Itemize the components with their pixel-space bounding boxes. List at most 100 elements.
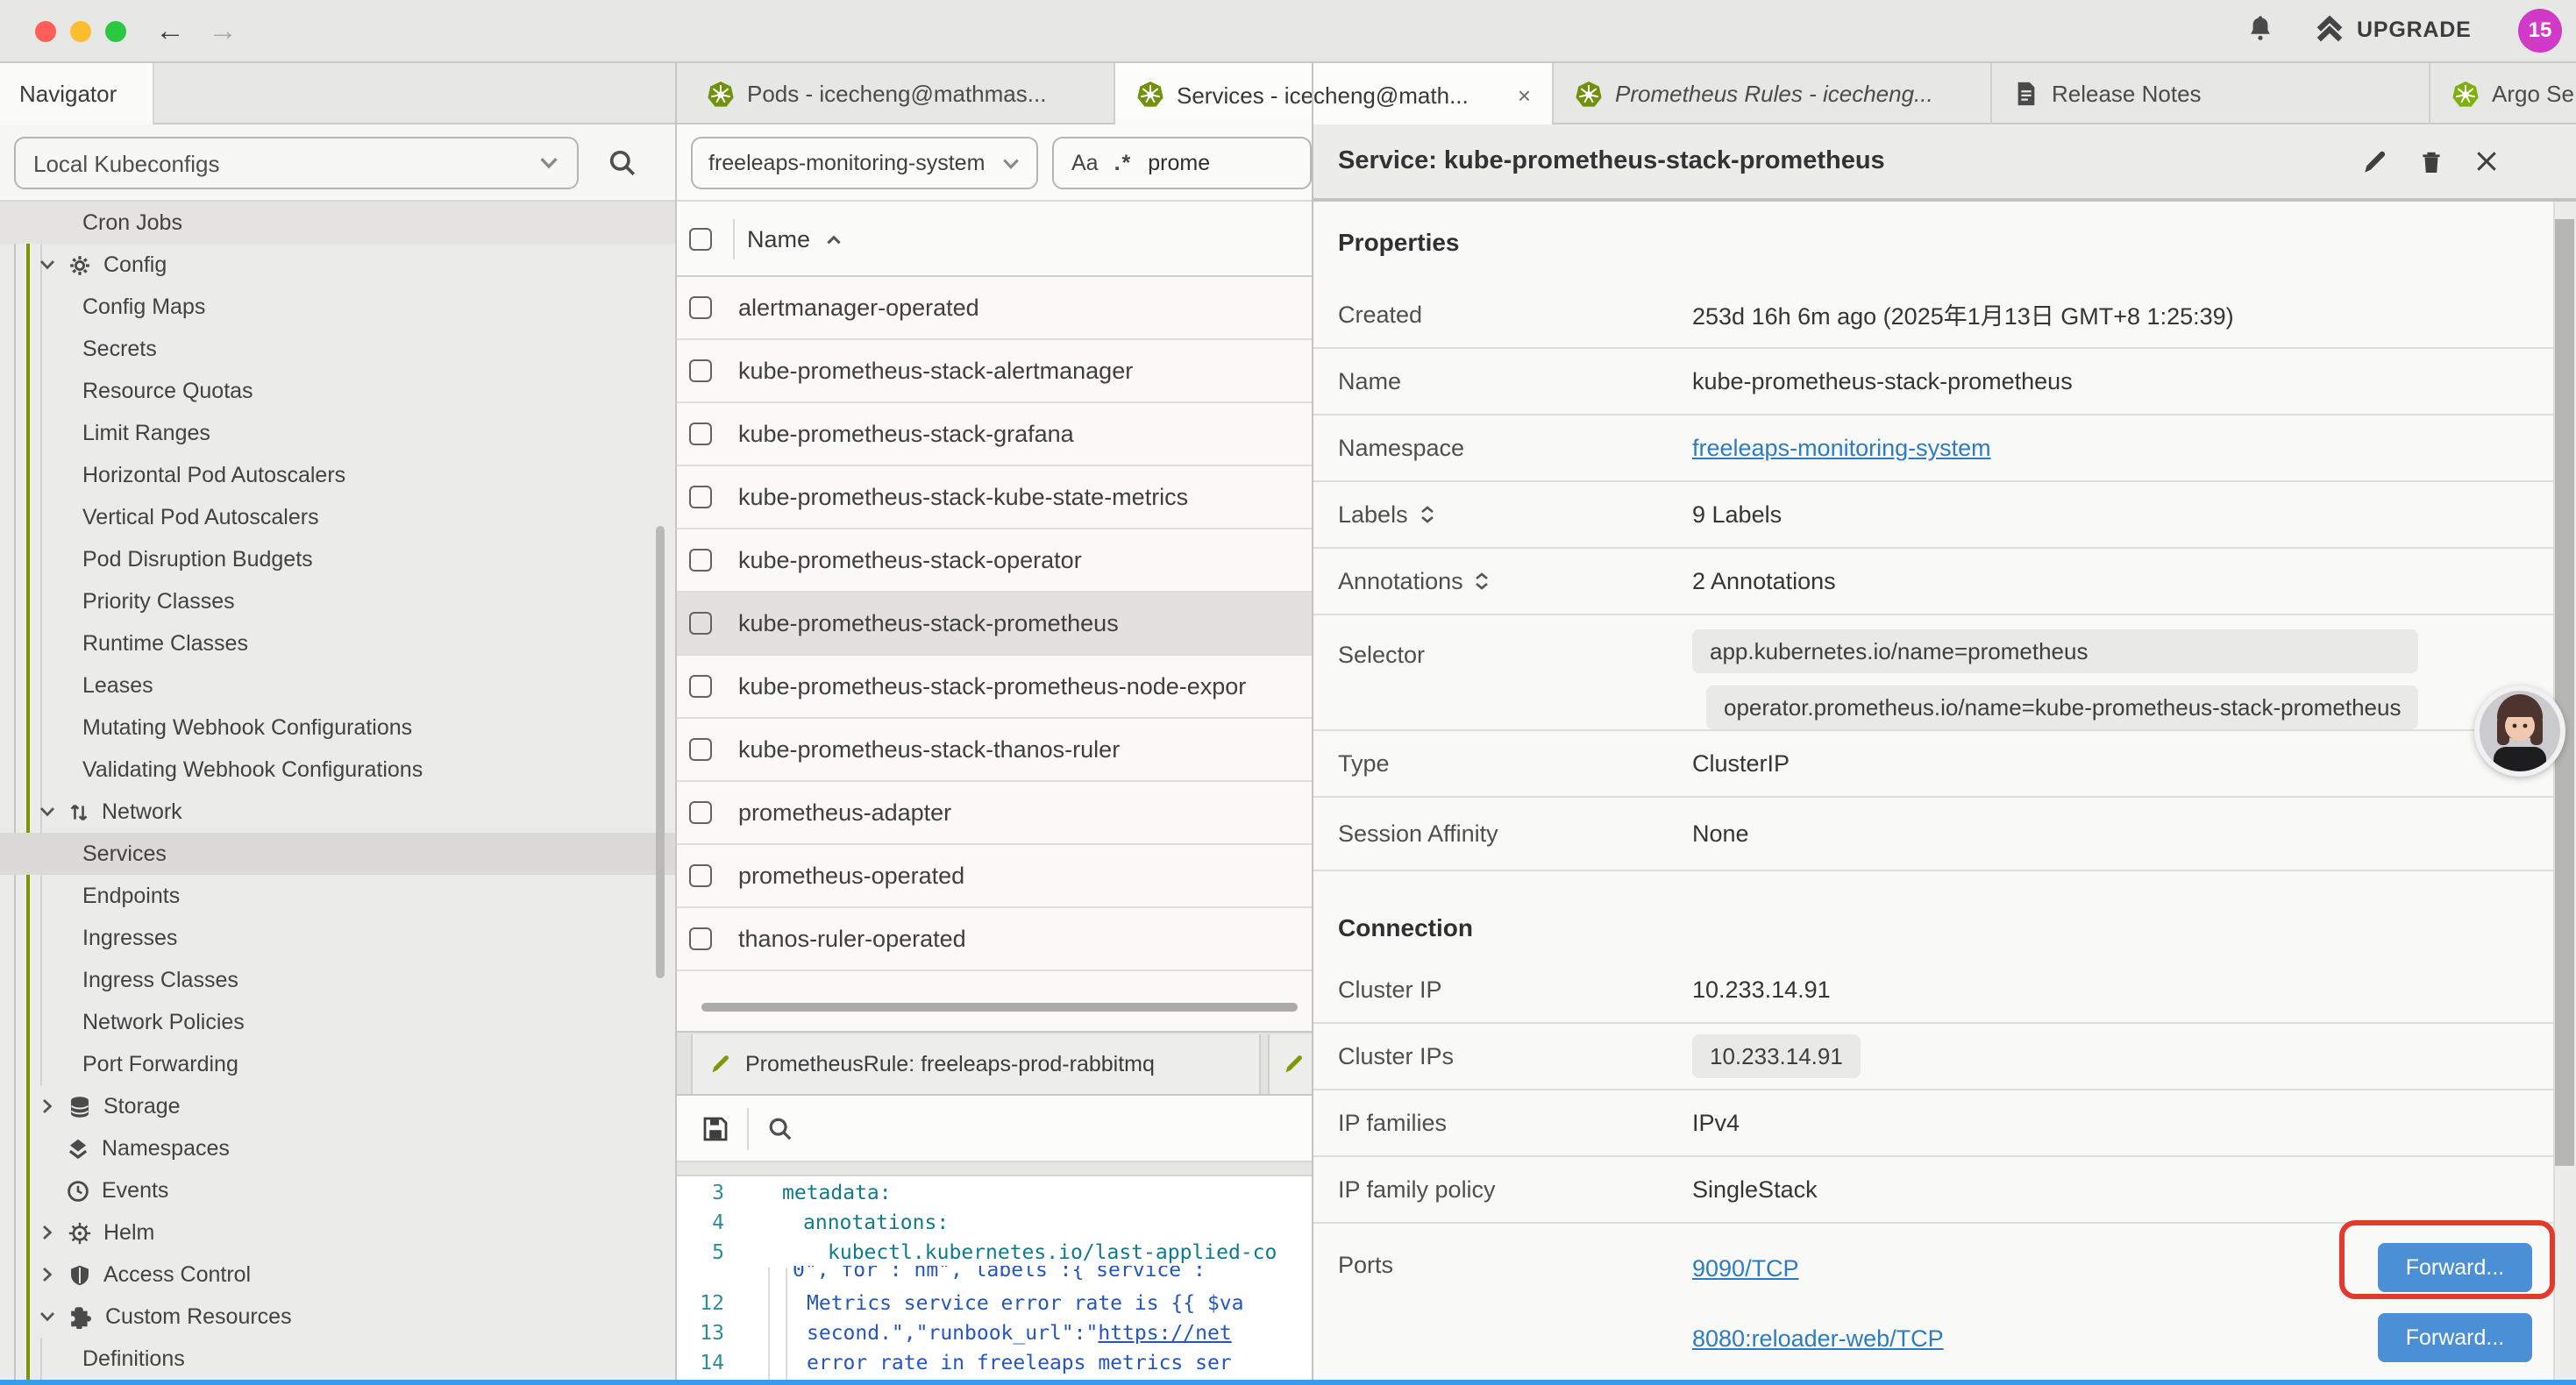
- sidebar-item-definitions[interactable]: Definitions: [0, 1338, 675, 1380]
- column-header-name[interactable]: Name: [747, 202, 810, 277]
- table-row-selected[interactable]: kube-prometheus-stack-prometheus: [677, 593, 1312, 656]
- sidebar-item-ingresses[interactable]: Ingresses: [0, 917, 675, 959]
- back-button[interactable]: ←: [147, 9, 193, 54]
- tab-prometheus-rules[interactable]: Prometheus Rules - icecheng...: [1554, 63, 1992, 124]
- namespace-link[interactable]: freeleaps-monitoring-system: [1692, 435, 1991, 461]
- tab-services[interactable]: Services - icecheng@math... ×: [1115, 63, 1554, 126]
- table-search-input[interactable]: Aa .* prome: [1052, 137, 1312, 189]
- table-row[interactable]: kube-prometheus-stack-thanos-ruler: [677, 719, 1312, 782]
- row-checkbox[interactable]: [689, 801, 712, 824]
- sidebar-item-resource-quotas[interactable]: Resource Quotas: [0, 370, 675, 412]
- sidebar-item-priority-classes[interactable]: Priority Classes: [0, 580, 675, 622]
- sidebar-item-network-policies[interactable]: Network Policies: [0, 1001, 675, 1043]
- sidebar-group-access-control[interactable]: Access Control: [0, 1254, 675, 1296]
- close-icon[interactable]: [2474, 149, 2499, 174]
- user-avatar[interactable]: [2474, 685, 2565, 777]
- sidebar-item-horizontal-pod-autoscalers[interactable]: Horizontal Pod Autoscalers: [0, 454, 675, 496]
- sidebar-group-storage[interactable]: Storage: [0, 1085, 675, 1127]
- sidebar-item-config-maps[interactable]: Config Maps: [0, 286, 675, 328]
- editor-tab-partial[interactable]: [1268, 1034, 1312, 1094]
- sidebar-item-port-forwarding[interactable]: Port Forwarding: [0, 1043, 675, 1085]
- labels-count[interactable]: 9 Labels: [1692, 501, 1782, 528]
- tab-release-notes[interactable]: Release Notes: [1992, 63, 2430, 124]
- sidebar-item-services[interactable]: Services: [0, 833, 675, 875]
- notification-count-badge[interactable]: 15: [2518, 9, 2562, 53]
- upgrade-icon[interactable]: [2315, 14, 2345, 44]
- port-link-9090[interactable]: 9090/TCP: [1692, 1254, 1799, 1281]
- close-window-button[interactable]: [35, 21, 56, 42]
- row-checkbox[interactable]: [689, 738, 712, 761]
- editor-tab-prometheusrule[interactable]: PrometheusRule: freeleaps-prod-rabbitmq: [691, 1034, 1261, 1094]
- row-checkbox[interactable]: [689, 296, 712, 319]
- sidebar-group-helm[interactable]: Helm: [0, 1211, 675, 1254]
- sort-ascending-icon[interactable]: [824, 231, 843, 249]
- sidebar-item-mutating-webhook-configurations[interactable]: Mutating Webhook Configurations: [0, 707, 675, 749]
- sidebar-item-ingress-classes[interactable]: Ingress Classes: [0, 959, 675, 1001]
- search-icon[interactable]: [768, 1117, 793, 1141]
- save-icon[interactable]: [701, 1115, 729, 1143]
- table-horizontal-scrollbar-thumb[interactable]: [701, 1003, 1298, 1012]
- sidebar-item-limit-ranges[interactable]: Limit Ranges: [0, 412, 675, 454]
- forward-port-button[interactable]: Forward...: [2378, 1313, 2532, 1362]
- port-link-8080[interactable]: 8080:reloader-web/TCP: [1692, 1325, 1944, 1351]
- row-checkbox[interactable]: [689, 486, 712, 508]
- regex-toggle[interactable]: .*: [1114, 151, 1133, 175]
- sidebar-item-endpoints[interactable]: Endpoints: [0, 875, 675, 917]
- notifications-bell-icon[interactable]: [2246, 16, 2274, 42]
- row-checkbox[interactable]: [689, 423, 712, 445]
- row-checkbox[interactable]: [689, 864, 712, 887]
- tab-pods[interactable]: Pods - icecheng@mathmas...: [686, 63, 1115, 124]
- navigator-panel-tab[interactable]: Navigator: [0, 63, 154, 126]
- search-icon[interactable]: [608, 149, 637, 177]
- sidebar-item-namespaces[interactable]: Namespaces: [0, 1127, 675, 1169]
- sidebar-item-pod-disruption-budgets[interactable]: Pod Disruption Budgets: [0, 538, 675, 580]
- table-row[interactable]: prometheus-operated: [677, 845, 1312, 908]
- sidebar-group-custom-resources[interactable]: Custom Resources: [0, 1296, 675, 1338]
- editor-scroll-strip[interactable]: [677, 1162, 1312, 1176]
- table-row[interactable]: kube-prometheus-stack-prometheus-node-ex…: [677, 656, 1312, 719]
- select-all-checkbox[interactable]: [689, 228, 712, 251]
- table-row[interactable]: kube-prometheus-stack-kube-state-metrics: [677, 466, 1312, 529]
- table-row[interactable]: prometheus-adapter: [677, 782, 1312, 845]
- sidebar-item-secrets[interactable]: Secrets: [0, 328, 675, 370]
- sidebar-group-network[interactable]: Network: [0, 791, 675, 833]
- sidebar-group-config[interactable]: Config: [0, 244, 675, 286]
- sidebar-item-runtime-classes[interactable]: Runtime Classes: [0, 622, 675, 664]
- kubeconfig-selector[interactable]: Local Kubeconfigs: [14, 137, 579, 189]
- upgrade-button[interactable]: UPGRADE: [2357, 18, 2472, 42]
- unfold-icon[interactable]: [1419, 505, 1436, 524]
- table-row[interactable]: thanos-ruler-operated: [677, 908, 1312, 971]
- row-checkbox[interactable]: [689, 927, 712, 950]
- table-row[interactable]: kube-prometheus-stack-operator: [677, 529, 1312, 593]
- sidebar-item-events[interactable]: Events: [0, 1169, 675, 1211]
- match-case-toggle[interactable]: Aa: [1071, 151, 1099, 175]
- unfold-icon[interactable]: [1474, 572, 1491, 591]
- sidebar-item-vertical-pod-autoscalers[interactable]: Vertical Pod Autoscalers: [0, 496, 675, 538]
- puzzle-icon: [68, 1304, 93, 1329]
- tab-argo[interactable]: Argo Se: [2430, 63, 2576, 124]
- row-checkbox[interactable]: [689, 549, 712, 572]
- sidebar-item-cron-jobs[interactable]: Cron Jobs: [0, 202, 675, 244]
- sidebar-item-leases[interactable]: Leases: [0, 664, 675, 707]
- edit-pencil-icon[interactable]: [2362, 148, 2388, 174]
- annotations-count[interactable]: 2 Annotations: [1692, 568, 1836, 594]
- minimize-window-button[interactable]: [70, 21, 91, 42]
- row-checkbox[interactable]: [689, 675, 712, 698]
- sidebar-item-validating-webhook-configurations[interactable]: Validating Webhook Configurations: [0, 749, 675, 791]
- drawer-scrollbar-track[interactable]: [2553, 202, 2576, 1380]
- table-row[interactable]: kube-prometheus-stack-alertmanager: [677, 340, 1312, 403]
- drawer-scrollbar-thumb[interactable]: [2555, 219, 2574, 1166]
- zoom-window-button[interactable]: [105, 21, 126, 42]
- yaml-editor[interactable]: 3 metadata: 4 annotations: 5 kubectl.kub…: [677, 1176, 1312, 1380]
- runbook-url-link[interactable]: https://net: [1098, 1319, 1231, 1344]
- namespace-filter-select[interactable]: freeleaps-monitoring-system: [691, 137, 1038, 189]
- close-tab-icon[interactable]: ×: [1504, 82, 1531, 108]
- forward-button[interactable]: →: [200, 9, 246, 54]
- navigator-scrollbar-thumb[interactable]: [656, 526, 665, 978]
- table-row[interactable]: alertmanager-operated: [677, 277, 1312, 340]
- filter-toolbar: freeleaps-monitoring-system Aa .* prome: [677, 124, 1312, 202]
- row-checkbox[interactable]: [689, 612, 712, 635]
- row-checkbox[interactable]: [689, 359, 712, 382]
- table-row[interactable]: kube-prometheus-stack-grafana: [677, 403, 1312, 466]
- trash-icon[interactable]: [2418, 148, 2444, 174]
